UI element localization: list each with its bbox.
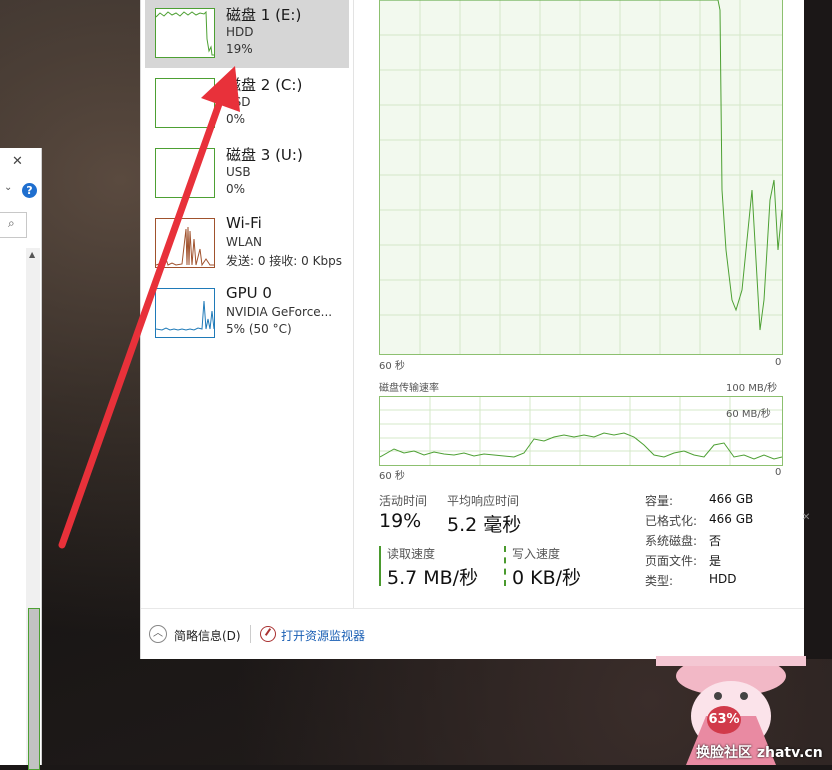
active-time-label: 活动时间 <box>379 494 428 508</box>
device-item-disk2[interactable]: 磁盘 2 (C:) SSD 0% <box>145 70 349 138</box>
device-name: 磁盘 2 (C:) <box>226 76 303 94</box>
device-item-disk3[interactable]: 磁盘 3 (U:) USB 0% <box>145 140 349 208</box>
scroll-up-icon[interactable]: ▲ <box>29 250 35 259</box>
transfer-rate-x-right: 0 <box>775 467 782 478</box>
transfer-rate-graph <box>379 396 783 466</box>
transfer-rate-max: 100 MB/秒 <box>726 383 778 394</box>
read-speed-label: 读取速度 <box>387 547 436 561</box>
close-icon: ✕ <box>802 512 811 523</box>
search-icon: ⌕ <box>8 216 15 230</box>
chevron-up-icon[interactable]: ︿ <box>149 625 167 643</box>
disk1-thumbnail-graph <box>155 8 215 58</box>
disk3-thumbnail-graph <box>155 148 215 198</box>
task-manager-window: 磁盘 1 (E:) HDD 19% 磁盘 2 (C:) SSD 0% 磁盘 3 … <box>140 0 805 659</box>
prop-key: 页面文件: <box>645 554 698 568</box>
write-speed-value: 0 KB/秒 <box>512 567 582 589</box>
write-speed-indicator <box>504 546 506 586</box>
device-name: 磁盘 1 (E:) <box>226 6 302 24</box>
device-type: USB <box>226 165 251 179</box>
transfer-rate-x-left: 60 秒 <box>379 471 405 482</box>
chevron-down-icon[interactable]: ⌄ <box>4 182 12 193</box>
device-type: WLAN <box>226 235 263 249</box>
device-list: 磁盘 1 (E:) HDD 19% 磁盘 2 (C:) SSD 0% 磁盘 3 … <box>141 0 354 608</box>
wifi-thumbnail-graph <box>155 218 215 268</box>
close-icon[interactable]: ✕ <box>12 154 23 169</box>
progress-badge: 63% <box>707 706 741 734</box>
device-item-wifi[interactable]: Wi-Fi WLAN 发送: 0 接收: 0 Kbps <box>145 210 349 278</box>
device-type: NVIDIA GeForce... <box>226 305 333 319</box>
right-edge: ✕ <box>802 0 832 659</box>
device-usage: 19% <box>226 42 253 56</box>
active-time-value: 19% <box>379 510 422 532</box>
device-type: SSD <box>226 95 251 109</box>
resource-monitor-icon[interactable] <box>260 626 276 642</box>
device-name: 磁盘 3 (U:) <box>226 146 303 164</box>
watermark: 换脸社区 zhatv.cn <box>696 745 823 761</box>
prop-key: 容量: <box>645 494 674 508</box>
active-time-x-left: 60 秒 <box>379 361 405 372</box>
active-time-graph <box>379 0 783 355</box>
device-usage: 发送: 0 接收: 0 Kbps <box>226 254 342 268</box>
help-icon[interactable]: ? <box>22 183 37 198</box>
read-speed-indicator <box>379 546 381 586</box>
footer-bar: ︿ 简略信息(D) 打开资源监视器 <box>141 608 805 660</box>
prop-value: 466 GB <box>709 492 754 506</box>
prop-key: 已格式化: <box>645 514 698 528</box>
search-box[interactable]: ⌕ <box>0 212 27 238</box>
device-name: GPU 0 <box>226 284 272 302</box>
write-speed-label: 写入速度 <box>512 547 561 561</box>
brief-info-button[interactable]: 简略信息(D) <box>174 627 241 644</box>
device-usage: 0% <box>226 112 246 126</box>
prop-value: HDD <box>709 572 737 586</box>
read-speed-value: 5.7 MB/秒 <box>387 567 479 589</box>
prop-value: 466 GB <box>709 512 754 526</box>
device-type: HDD <box>226 25 254 39</box>
open-resource-monitor-link[interactable]: 打开资源监视器 <box>281 627 365 644</box>
gpu-thumbnail-graph <box>155 288 215 338</box>
prop-value: 是 <box>709 554 722 568</box>
transfer-rate-mid: 60 MB/秒 <box>726 409 771 420</box>
device-name: Wi-Fi <box>226 214 262 232</box>
device-item-disk1[interactable]: 磁盘 1 (E:) HDD 19% <box>145 0 349 68</box>
scroll-thumb[interactable] <box>28 608 40 770</box>
scrollbar[interactable]: ▲ <box>26 248 40 770</box>
device-usage: 5% (50 °C) <box>226 322 292 336</box>
device-item-gpu[interactable]: GPU 0 NVIDIA GeForce... 5% (50 °C) <box>145 280 349 348</box>
prop-key: 类型: <box>645 574 674 588</box>
device-usage: 0% <box>226 182 246 196</box>
divider <box>250 625 251 643</box>
active-time-x-right: 0 <box>775 357 782 368</box>
disk2-thumbnail-graph <box>155 78 215 128</box>
background-window: ✕ ⌄ ? ⌕ ▲ <box>0 148 42 770</box>
avg-response-label: 平均响应时间 <box>447 494 520 508</box>
avg-response-value: 5.2 毫秒 <box>447 514 522 536</box>
transfer-rate-title: 磁盘传输速率 <box>379 383 439 394</box>
prop-key: 系统磁盘: <box>645 534 698 548</box>
prop-value: 否 <box>709 534 722 548</box>
